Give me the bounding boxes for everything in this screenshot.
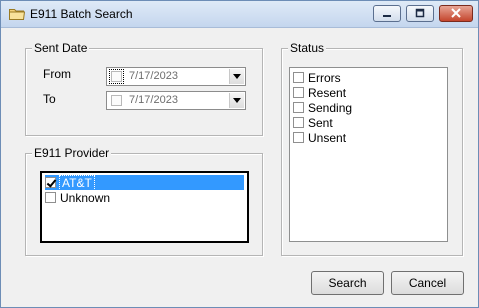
status-checklist[interactable]: Errors Resent Sending Sent Unsent	[289, 67, 448, 242]
to-date-dropdown-button[interactable]	[229, 93, 244, 108]
status-sent-checkbox[interactable]	[293, 117, 304, 128]
status-item-sending[interactable]: Sending	[293, 100, 352, 115]
provider-att-label: AT&T	[59, 174, 95, 191]
search-button[interactable]: Search	[311, 271, 384, 295]
status-group: Status Errors Resent Sending Sent Unsent	[281, 41, 463, 256]
to-date-enable-checkbox[interactable]	[111, 95, 122, 106]
status-item-errors[interactable]: Errors	[293, 70, 341, 85]
from-date-value: 7/17/2023	[129, 70, 178, 82]
provider-item-unknown[interactable]: Unknown	[45, 190, 110, 205]
status-item-sent[interactable]: Sent	[293, 115, 333, 130]
status-unsent-checkbox[interactable]	[293, 132, 304, 143]
status-errors-checkbox[interactable]	[293, 72, 304, 83]
close-icon	[450, 7, 462, 21]
provider-att-checkbox[interactable]	[45, 177, 56, 188]
window-title: E911 Batch Search	[30, 7, 133, 21]
status-resent-checkbox[interactable]	[293, 87, 304, 98]
close-button[interactable]	[439, 5, 473, 22]
status-resent-label: Resent	[308, 85, 347, 100]
cancel-button[interactable]: Cancel	[391, 271, 464, 295]
to-date-value: 7/17/2023	[129, 94, 178, 106]
from-date-dropdown-button[interactable]	[229, 69, 244, 84]
to-label: To	[43, 92, 56, 106]
to-date-picker[interactable]: 7/17/2023	[106, 91, 246, 110]
sent-date-group: Sent Date From 7/17/2023 To 7/17/2023	[25, 41, 263, 136]
minimize-button[interactable]	[373, 5, 401, 22]
folder-icon	[9, 7, 26, 20]
status-sending-checkbox[interactable]	[293, 102, 304, 113]
from-date-picker[interactable]: 7/17/2023	[106, 67, 246, 86]
e911-provider-group: E911 Provider AT&T Unknown	[25, 146, 263, 256]
provider-checklist[interactable]: AT&T Unknown	[40, 171, 249, 243]
status-sending-label: Sending	[308, 100, 353, 115]
status-legend: Status	[288, 41, 327, 55]
provider-item-att[interactable]: AT&T	[45, 174, 244, 191]
from-label: From	[43, 67, 71, 81]
e911-batch-search-dialog: E911 Batch Search Sent Date From 7/17/20…	[0, 0, 479, 308]
maximize-icon	[414, 7, 426, 21]
status-errors-label: Errors	[308, 70, 341, 85]
minimize-icon	[381, 7, 393, 21]
status-item-resent[interactable]: Resent	[293, 85, 346, 100]
maximize-button[interactable]	[406, 5, 434, 22]
status-sent-label: Sent	[308, 115, 333, 130]
status-item-unsent[interactable]: Unsent	[293, 130, 346, 145]
provider-unknown-checkbox[interactable]	[45, 192, 56, 203]
e911-provider-legend: E911 Provider	[32, 146, 112, 160]
title-bar[interactable]: E911 Batch Search	[1, 1, 478, 28]
provider-unknown-label: Unknown	[60, 190, 111, 205]
from-date-enable-checkbox[interactable]	[109, 69, 124, 84]
sent-date-legend: Sent Date	[32, 41, 90, 55]
status-unsent-label: Unsent	[308, 130, 347, 145]
